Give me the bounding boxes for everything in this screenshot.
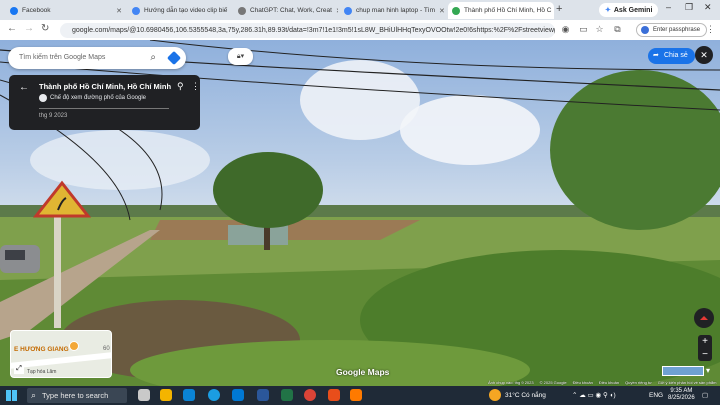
file-explorer-icon[interactable]: [160, 389, 172, 401]
address-bar[interactable]: google.com/maps/@10.6980456,106.5355548,…: [60, 23, 555, 38]
taskbar-search-box[interactable]: Type here to search: [27, 388, 127, 403]
language-indicator[interactable]: ENG: [649, 386, 663, 405]
zoom-out-button[interactable]: −: [698, 348, 712, 361]
maps-search-box[interactable]: Tìm kiếm trên Google Maps ⌕: [8, 47, 186, 69]
chevron-down-icon: ▾: [240, 53, 245, 60]
facebook-icon: [10, 6, 18, 15]
minimap-road-number: 60: [103, 346, 110, 352]
close-icon[interactable]: ✕: [336, 7, 338, 15]
ask-gemini-button[interactable]: ✦ Ask Gemini: [599, 3, 659, 17]
subtitle-text: Chế độ xem đường phố của Google: [50, 95, 147, 101]
google-icon: [132, 6, 140, 15]
ask-gemini-label: Ask Gemini: [613, 6, 653, 14]
gemini-icon: ✦: [605, 7, 611, 14]
mail-icon[interactable]: [232, 389, 244, 401]
more-options-icon[interactable]: ⋮: [191, 81, 200, 92]
close-icon[interactable]: ✕: [439, 7, 444, 15]
reload-icon[interactable]: ↻: [41, 23, 49, 34]
minimap-road: [11, 350, 111, 370]
tab-search[interactable]: chup man hinh laptop - Tìm ✕: [340, 2, 444, 19]
close-street-view-icon[interactable]: ✕: [695, 46, 713, 64]
divider: [39, 108, 169, 109]
maximize-icon[interactable]: ❐: [685, 2, 693, 13]
windows-start-icon[interactable]: [6, 390, 17, 401]
menu-icon[interactable]: ⋮: [705, 24, 716, 35]
chrome-icon[interactable]: [304, 389, 316, 401]
back-icon[interactable]: ←: [7, 23, 17, 34]
lock-dropdown[interactable]: 🔒︎▾: [228, 48, 253, 65]
search-icon[interactable]: ⌕: [150, 47, 156, 69]
tab-chatgpt[interactable]: ChatGPT: Chat, Work, Creat ✕: [234, 2, 338, 19]
clock-time: 9:35 AM: [670, 388, 693, 394]
weather-text[interactable]: 31°C Có nắng: [505, 386, 546, 405]
star-icon[interactable]: ☆: [594, 24, 605, 35]
store-icon[interactable]: [183, 389, 195, 401]
app-icon[interactable]: [350, 389, 362, 401]
forward-icon[interactable]: →: [24, 23, 34, 34]
expand-map-icon[interactable]: ⤢: [14, 364, 24, 374]
imagery-thumbnails[interactable]: [662, 366, 704, 376]
google-maps-logo: Google Maps: [336, 367, 390, 377]
eye-off-icon[interactable]: ◉: [560, 24, 571, 35]
browser-toolbar: ← → ↻ google.com/maps/@10.6980456,106.53…: [0, 20, 720, 40]
system-tray-icons[interactable]: ⌃ ☁ ▭ ◉ ⚲ ◖): [572, 386, 616, 405]
tab-facebook[interactable]: Facebook ✕: [6, 2, 126, 19]
minimap-poi-label: Tạp hóa Lâm: [27, 369, 57, 375]
task-view-icon[interactable]: [138, 389, 150, 401]
new-tab-button[interactable]: +: [556, 3, 562, 15]
zoom-in-button[interactable]: +: [698, 335, 712, 348]
excel-icon[interactable]: [281, 389, 293, 401]
cast-icon[interactable]: ▭: [578, 24, 589, 35]
system-clock[interactable]: 9:35 AM 8/25/2026: [668, 388, 695, 402]
windows-taskbar: Type here to search 31°C Có nắng ⌃ ☁ ▭ ◉…: [0, 386, 720, 405]
minimap-place-label: E HƯƠNG GIANG: [14, 346, 69, 353]
minimize-icon[interactable]: –: [666, 2, 671, 12]
compass-icon[interactable]: [694, 308, 714, 328]
tab-title: Thành phố Hồ Chí Minh, Hồ C: [464, 7, 552, 14]
browser-tab-strip: Facebook ✕ Hướng dẫn tạo video clip biế …: [0, 0, 720, 20]
tab-video-guide[interactable]: Hướng dẫn tạo video clip biế ✕: [128, 2, 232, 19]
location-pin-icon[interactable]: ⚲: [177, 81, 184, 92]
minimap[interactable]: E HƯƠNG GIANG 60 Tạp hóa Lâm ⤢: [10, 330, 112, 378]
location-info-card: ← Thành phố Hồ Chí Minh, Hồ Chí Minh Chế…: [9, 75, 200, 130]
chatgpt-icon: [238, 6, 246, 15]
google-icon: [344, 6, 352, 15]
capture-date[interactable]: thg 9 2023: [39, 113, 67, 119]
notification-icon[interactable]: ▢: [702, 386, 708, 405]
enter-passphrase-button[interactable]: Enter passphrase: [636, 23, 708, 37]
back-arrow-icon[interactable]: ←: [19, 82, 29, 93]
location-title: Thành phố Hồ Chí Minh, Hồ Chí Minh: [39, 82, 172, 91]
google-icon: [39, 94, 47, 102]
tab-title: Facebook: [22, 7, 51, 14]
weather-icon[interactable]: [489, 389, 501, 401]
app-icon[interactable]: [328, 389, 340, 401]
clock-date: 8/25/2026: [668, 395, 695, 401]
street-view-subtitle: Chế độ xem đường phố của Google: [39, 94, 146, 102]
pegman-icon: [69, 341, 79, 351]
extensions-icon[interactable]: ⧉: [612, 24, 623, 35]
tab-title: Hướng dẫn tạo video clip biế: [144, 7, 228, 14]
tab-title: chup man hinh laptop - Tìm: [356, 7, 436, 14]
maps-icon: [452, 6, 460, 15]
directions-icon[interactable]: [166, 50, 182, 66]
search-placeholder: Tìm kiếm trên Google Maps: [19, 54, 106, 61]
chevron-down-icon[interactable]: ▾: [706, 366, 710, 375]
tab-title: ChatGPT: Chat, Work, Creat: [250, 7, 332, 14]
share-button[interactable]: Chia sẻ: [648, 48, 695, 64]
edge-icon[interactable]: [208, 389, 220, 401]
close-icon[interactable]: ✕: [116, 7, 122, 15]
close-icon[interactable]: ✕: [231, 7, 232, 15]
word-icon[interactable]: [257, 389, 269, 401]
close-window-icon[interactable]: ✕: [704, 2, 712, 13]
tab-google-maps[interactable]: Thành phố Hồ Chí Minh, Hồ C ✕: [448, 2, 554, 19]
